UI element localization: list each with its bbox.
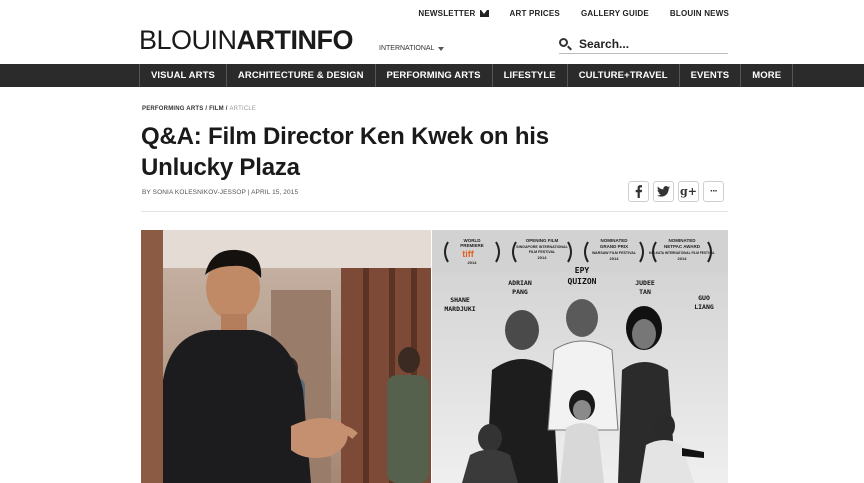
- svg-text:NETPAC AWARD: NETPAC AWARD: [664, 244, 701, 249]
- share-buttons: g+ ···: [628, 181, 724, 202]
- facebook-icon: [635, 185, 643, 198]
- film-poster: WORLD PREMIERE tiff 2014 OPENING FILM SI…: [432, 230, 728, 483]
- svg-text:NOMINATED: NOMINATED: [669, 238, 697, 243]
- breadcrumb-current: ARTICLE: [229, 106, 257, 112]
- svg-text:EPY: EPY: [575, 266, 590, 275]
- caret-down-icon: [437, 46, 444, 51]
- nav-item-visual-arts[interactable]: VISUAL ARTS: [139, 64, 227, 87]
- art-prices-link[interactable]: ART PRICES: [510, 9, 560, 18]
- newsletter-link[interactable]: NEWSLETTER: [418, 9, 489, 18]
- svg-text:GUO: GUO: [698, 294, 710, 302]
- edition-selector[interactable]: INTERNATIONAL: [379, 45, 444, 52]
- twitter-share-button[interactable]: [653, 181, 674, 202]
- article-title: Q&A: Film Director Ken Kwek on his Unluc…: [141, 123, 549, 181]
- nav-item-events[interactable]: EVENTS: [680, 64, 742, 87]
- main-navigation: VISUAL ARTS ARCHITECTURE & DESIGN PERFOR…: [0, 64, 864, 87]
- nav-item-more[interactable]: MORE: [741, 64, 794, 87]
- svg-text:MARDJUKI: MARDJUKI: [444, 305, 475, 313]
- svg-text:tiff: tiff: [462, 249, 474, 259]
- svg-text:FILM FESTIVAL: FILM FESTIVAL: [529, 250, 556, 254]
- nav-item-architecture-design[interactable]: ARCHITECTURE & DESIGN: [227, 64, 376, 87]
- svg-text:SHANE: SHANE: [450, 296, 470, 304]
- svg-text:OPENING FILM: OPENING FILM: [526, 238, 559, 243]
- svg-text:JUDEE: JUDEE: [635, 279, 655, 287]
- director-photo: [141, 230, 431, 483]
- svg-text:2014: 2014: [538, 255, 548, 260]
- svg-text:2014: 2014: [468, 260, 478, 265]
- utility-links: NEWSLETTER ART PRICES GALLERY GUIDE BLOU…: [418, 9, 729, 18]
- more-share-button[interactable]: ···: [703, 181, 724, 202]
- header-divider: [141, 211, 728, 212]
- blouin-news-link[interactable]: BLOUIN NEWS: [670, 9, 729, 18]
- search-box: [559, 35, 728, 54]
- svg-text:LIANG: LIANG: [694, 303, 714, 311]
- google-plus-share-button[interactable]: g+: [678, 181, 699, 202]
- facebook-share-button[interactable]: [628, 181, 649, 202]
- gallery-guide-link[interactable]: GALLERY GUIDE: [581, 9, 649, 18]
- svg-text:2014: 2014: [678, 256, 688, 261]
- breadcrumb: PERFORMING ARTS / FILM / ARTICLE: [142, 106, 257, 112]
- svg-text:KOLKATA INTERNATIONAL FILM FES: KOLKATA INTERNATIONAL FILM FESTIVAL: [649, 251, 715, 255]
- svg-text:2014: 2014: [610, 256, 620, 261]
- svg-text:ADRIAN: ADRIAN: [508, 279, 532, 287]
- article-byline: BY SONIA KOLESNIKOV-JESSOP | APRIL 15, 2…: [142, 189, 299, 196]
- twitter-icon: [657, 186, 670, 197]
- more-icon: ···: [710, 186, 718, 197]
- svg-text:QUIZON: QUIZON: [568, 277, 597, 286]
- svg-text:NOMINATED: NOMINATED: [601, 238, 629, 243]
- svg-text:PANG: PANG: [512, 288, 528, 296]
- google-plus-icon: g+: [680, 185, 697, 198]
- site-logo[interactable]: BLOUINARTINFO: [139, 27, 354, 54]
- nav-item-lifestyle[interactable]: LIFESTYLE: [493, 64, 568, 87]
- nav-item-culture-travel[interactable]: CULTURE+TRAVEL: [568, 64, 680, 87]
- svg-text:WARSAW FILM FESTIVAL: WARSAW FILM FESTIVAL: [592, 251, 637, 255]
- search-icon[interactable]: [559, 37, 572, 51]
- svg-text:GRAND PRIX: GRAND PRIX: [600, 244, 628, 249]
- svg-text:PREMIERE: PREMIERE: [460, 243, 484, 248]
- search-input[interactable]: [579, 37, 719, 51]
- svg-text:TAN: TAN: [639, 288, 651, 296]
- nav-item-performing-arts[interactable]: PERFORMING ARTS: [376, 64, 493, 87]
- svg-text:SINGAPORE INTERNATIONAL: SINGAPORE INTERNATIONAL: [516, 245, 568, 249]
- breadcrumb-subsection[interactable]: FILM: [209, 106, 224, 112]
- breadcrumb-section[interactable]: PERFORMING ARTS: [142, 106, 203, 112]
- mail-icon: [479, 10, 489, 17]
